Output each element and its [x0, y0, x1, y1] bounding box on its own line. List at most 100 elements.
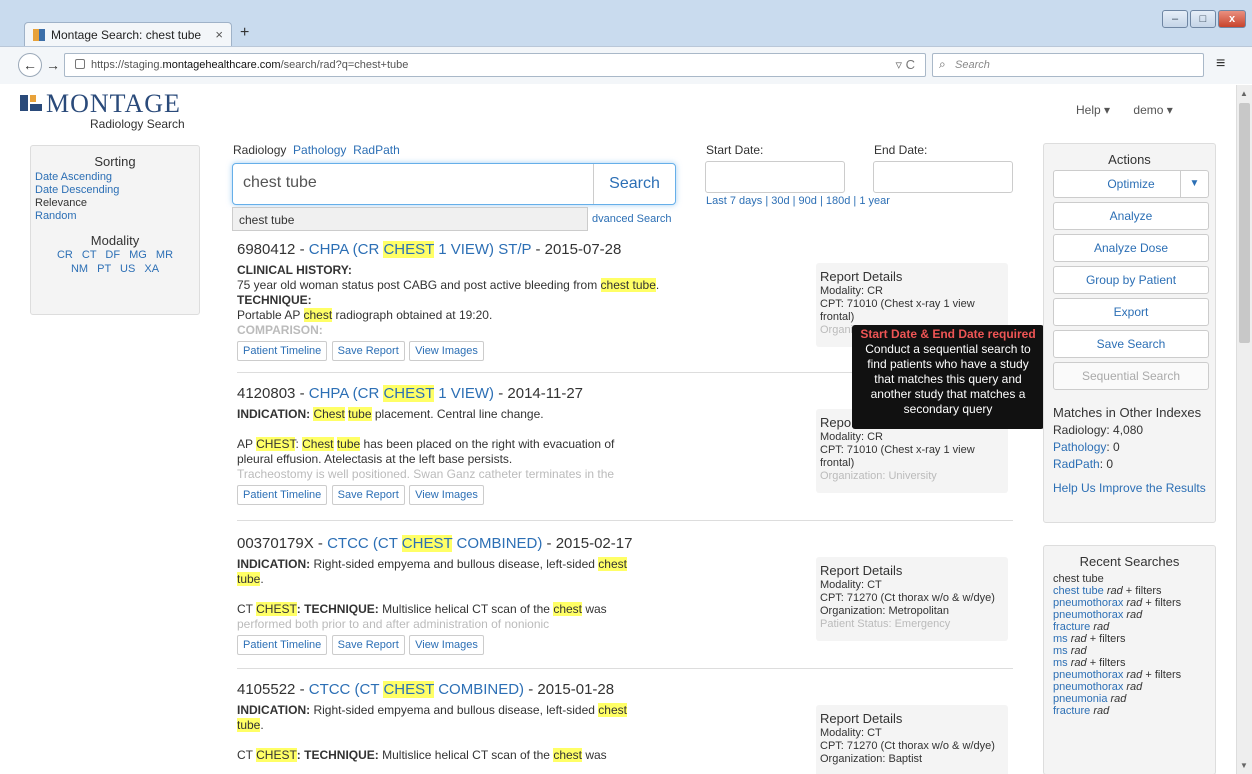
result-item: 4105522 - CTCC (CT CHEST COMBINED) - 201…: [237, 681, 1013, 774]
autocomplete-suggestion[interactable]: chest tube: [232, 207, 588, 231]
improve-results-link[interactable]: Help Us Improve the Results: [1053, 481, 1209, 495]
scrollbar-thumb[interactable]: [1239, 103, 1250, 343]
search-input[interactable]: [243, 174, 583, 192]
recent-search-item[interactable]: fracture rad: [1053, 705, 1215, 717]
reload-icon[interactable]: ▿ C: [895, 57, 915, 73]
recent-search-item[interactable]: ms rad: [1053, 645, 1215, 657]
tab-pathology[interactable]: Pathology: [293, 143, 346, 157]
browser-search-field[interactable]: ⌕ Search: [932, 53, 1204, 77]
modality-row-1[interactable]: CR CT DF MG MR: [49, 248, 181, 262]
save-report-button[interactable]: Save Report: [331, 485, 405, 505]
navigation-bar: ← → https://staging.montagehealthcare.co…: [0, 46, 1252, 84]
result-snippet: INDICATION: Right-sided empyema and bull…: [237, 557, 627, 631]
url-text: https://staging.montagehealthcare.com/se…: [91, 59, 409, 71]
report-details: Report Details Modality: CT CPT: 71270 (…: [816, 705, 1008, 774]
minimize-button[interactable]: –: [1162, 10, 1188, 28]
logo-mark-icon: [20, 95, 42, 111]
patient-timeline-button[interactable]: Patient Timeline: [237, 635, 328, 655]
sort-random[interactable]: Random: [35, 210, 199, 223]
modality-title: Modality: [90, 233, 140, 248]
view-images-button[interactable]: View Images: [409, 341, 484, 361]
save-search-button[interactable]: Save Search: [1053, 330, 1209, 358]
sequential-search-tooltip: Start Date & End Date required Conduct a…: [852, 325, 1050, 429]
view-images-button[interactable]: View Images: [409, 635, 484, 655]
recent-search-item[interactable]: pneumothorax rad + filters: [1053, 669, 1215, 681]
advanced-search-link[interactable]: dvanced Search: [592, 213, 672, 225]
lock-icon: [75, 59, 85, 69]
start-date-label: Start Date:: [706, 143, 764, 157]
actions-panel: Actions Optimize ▼ Analyze Analyze Dose G…: [1043, 143, 1216, 523]
logo-title: MONTAGE: [46, 89, 181, 118]
result-title[interactable]: 6980412 - CHPA (CR CHEST 1 VIEW) ST/P - …: [237, 241, 1013, 261]
result-item: 00370179X - CTCC (CT CHEST COMBINED) - 2…: [237, 535, 1013, 669]
result-title[interactable]: 00370179X - CTCC (CT CHEST COMBINED) - 2…: [237, 535, 1013, 555]
start-date-input[interactable]: [705, 161, 845, 193]
patient-timeline-button[interactable]: Patient Timeline: [237, 485, 328, 505]
result-title[interactable]: 4105522 - CTCC (CT CHEST COMBINED) - 201…: [237, 681, 1013, 701]
maximize-button[interactable]: □: [1190, 10, 1216, 28]
matches-other-indexes: Matches in Other Indexes Radiology: 4,08…: [1053, 406, 1209, 495]
recent-search-item[interactable]: chest tube rad + filters: [1053, 585, 1215, 597]
pathology-link[interactable]: Pathology: [1053, 440, 1106, 454]
search-icon: ⌕: [939, 57, 946, 71]
group-by-patient-button[interactable]: Group by Patient: [1053, 266, 1209, 294]
close-window-button[interactable]: x: [1218, 10, 1246, 28]
recent-search-item[interactable]: pneumonia rad: [1053, 693, 1215, 705]
actions-title: Actions: [1108, 152, 1151, 167]
sequential-search-button[interactable]: Sequential Search: [1053, 362, 1209, 390]
analyze-dose-button[interactable]: Analyze Dose: [1053, 234, 1209, 262]
browser-chrome: Montage Search: chest tube × + – □ x ← →…: [0, 0, 1252, 84]
recent-current: chest tube: [1053, 573, 1104, 585]
browser-search-placeholder: Search: [955, 59, 990, 71]
view-images-button[interactable]: View Images: [409, 485, 484, 505]
recent-search-item[interactable]: fracture rad: [1053, 621, 1215, 633]
save-report-button[interactable]: Save Report: [331, 635, 405, 655]
recent-search-item[interactable]: pneumothorax rad + filters: [1053, 597, 1215, 609]
back-arrow-icon[interactable]: ←: [18, 53, 42, 77]
close-tab-icon[interactable]: ×: [215, 27, 223, 42]
patient-timeline-button[interactable]: Patient Timeline: [237, 341, 328, 361]
scroll-up-icon[interactable]: ▲: [1240, 89, 1248, 98]
recent-search-item[interactable]: pneumothorax rad: [1053, 609, 1215, 621]
scroll-down-icon[interactable]: ▼: [1240, 761, 1248, 770]
analyze-button[interactable]: Analyze: [1053, 202, 1209, 230]
tab-radpath[interactable]: RadPath: [353, 143, 400, 157]
forward-arrow-icon[interactable]: →: [46, 57, 60, 73]
end-date-input[interactable]: [873, 161, 1013, 193]
browser-tab[interactable]: Montage Search: chest tube ×: [24, 22, 232, 46]
help-menu[interactable]: Help ▾: [1076, 103, 1110, 117]
sorting-panel: Sorting Date Ascending Date Descending R…: [30, 145, 200, 315]
recent-searches-panel: Recent Searches chest tube chest tube ra…: [1043, 545, 1216, 774]
url-bar[interactable]: https://staging.montagehealthcare.com/se…: [64, 53, 926, 77]
caret-down-icon[interactable]: ▼: [1180, 171, 1208, 197]
search-button[interactable]: Search: [593, 164, 675, 204]
recent-searches-title: Recent Searches: [1079, 554, 1180, 569]
sort-date-descending[interactable]: Date Descending: [35, 184, 199, 197]
search-box: Search: [232, 163, 676, 205]
export-button[interactable]: Export: [1053, 298, 1209, 326]
recent-search-item[interactable]: ms rad + filters: [1053, 633, 1215, 645]
modality-row-2[interactable]: NM PT US XA: [49, 262, 181, 276]
sorting-title: Sorting: [94, 154, 136, 169]
recent-search-item[interactable]: pneumothorax rad: [1053, 681, 1215, 693]
quick-date-links[interactable]: Last 7 days | 30d | 90d | 180d | 1 year: [706, 195, 890, 207]
new-tab-button[interactable]: +: [240, 24, 249, 42]
tab-radiology[interactable]: Radiology: [233, 143, 286, 157]
sort-relevance[interactable]: Relevance: [35, 197, 199, 210]
radpath-link[interactable]: RadPath: [1053, 457, 1100, 471]
result-snippet: INDICATION: Chest tube placement. Centra…: [237, 407, 615, 481]
page-content: MONTAGE Radiology Search Help ▾ demo ▾ S…: [0, 85, 1236, 774]
montage-favicon-icon: [33, 29, 45, 41]
result-snippet: CLINICAL HISTORY: 75 year old woman stat…: [237, 263, 660, 337]
result-snippet: INDICATION: Right-sided empyema and bull…: [237, 703, 627, 762]
matches-title: Matches in Other Indexes: [1053, 405, 1202, 420]
report-details: Report Details Modality: CT CPT: 71270 (…: [816, 557, 1008, 641]
user-menu[interactable]: demo ▾: [1133, 103, 1172, 117]
save-report-button[interactable]: Save Report: [331, 341, 405, 361]
scrollbar[interactable]: ▲ ▼: [1236, 85, 1252, 774]
optimize-button[interactable]: Optimize ▼: [1053, 170, 1209, 198]
hamburger-menu-icon[interactable]: ≡: [1216, 55, 1225, 73]
search-type-tabs: Radiology Pathology RadPath: [233, 143, 400, 157]
recent-search-item[interactable]: ms rad + filters: [1053, 657, 1215, 669]
sort-date-ascending[interactable]: Date Ascending: [35, 171, 199, 184]
